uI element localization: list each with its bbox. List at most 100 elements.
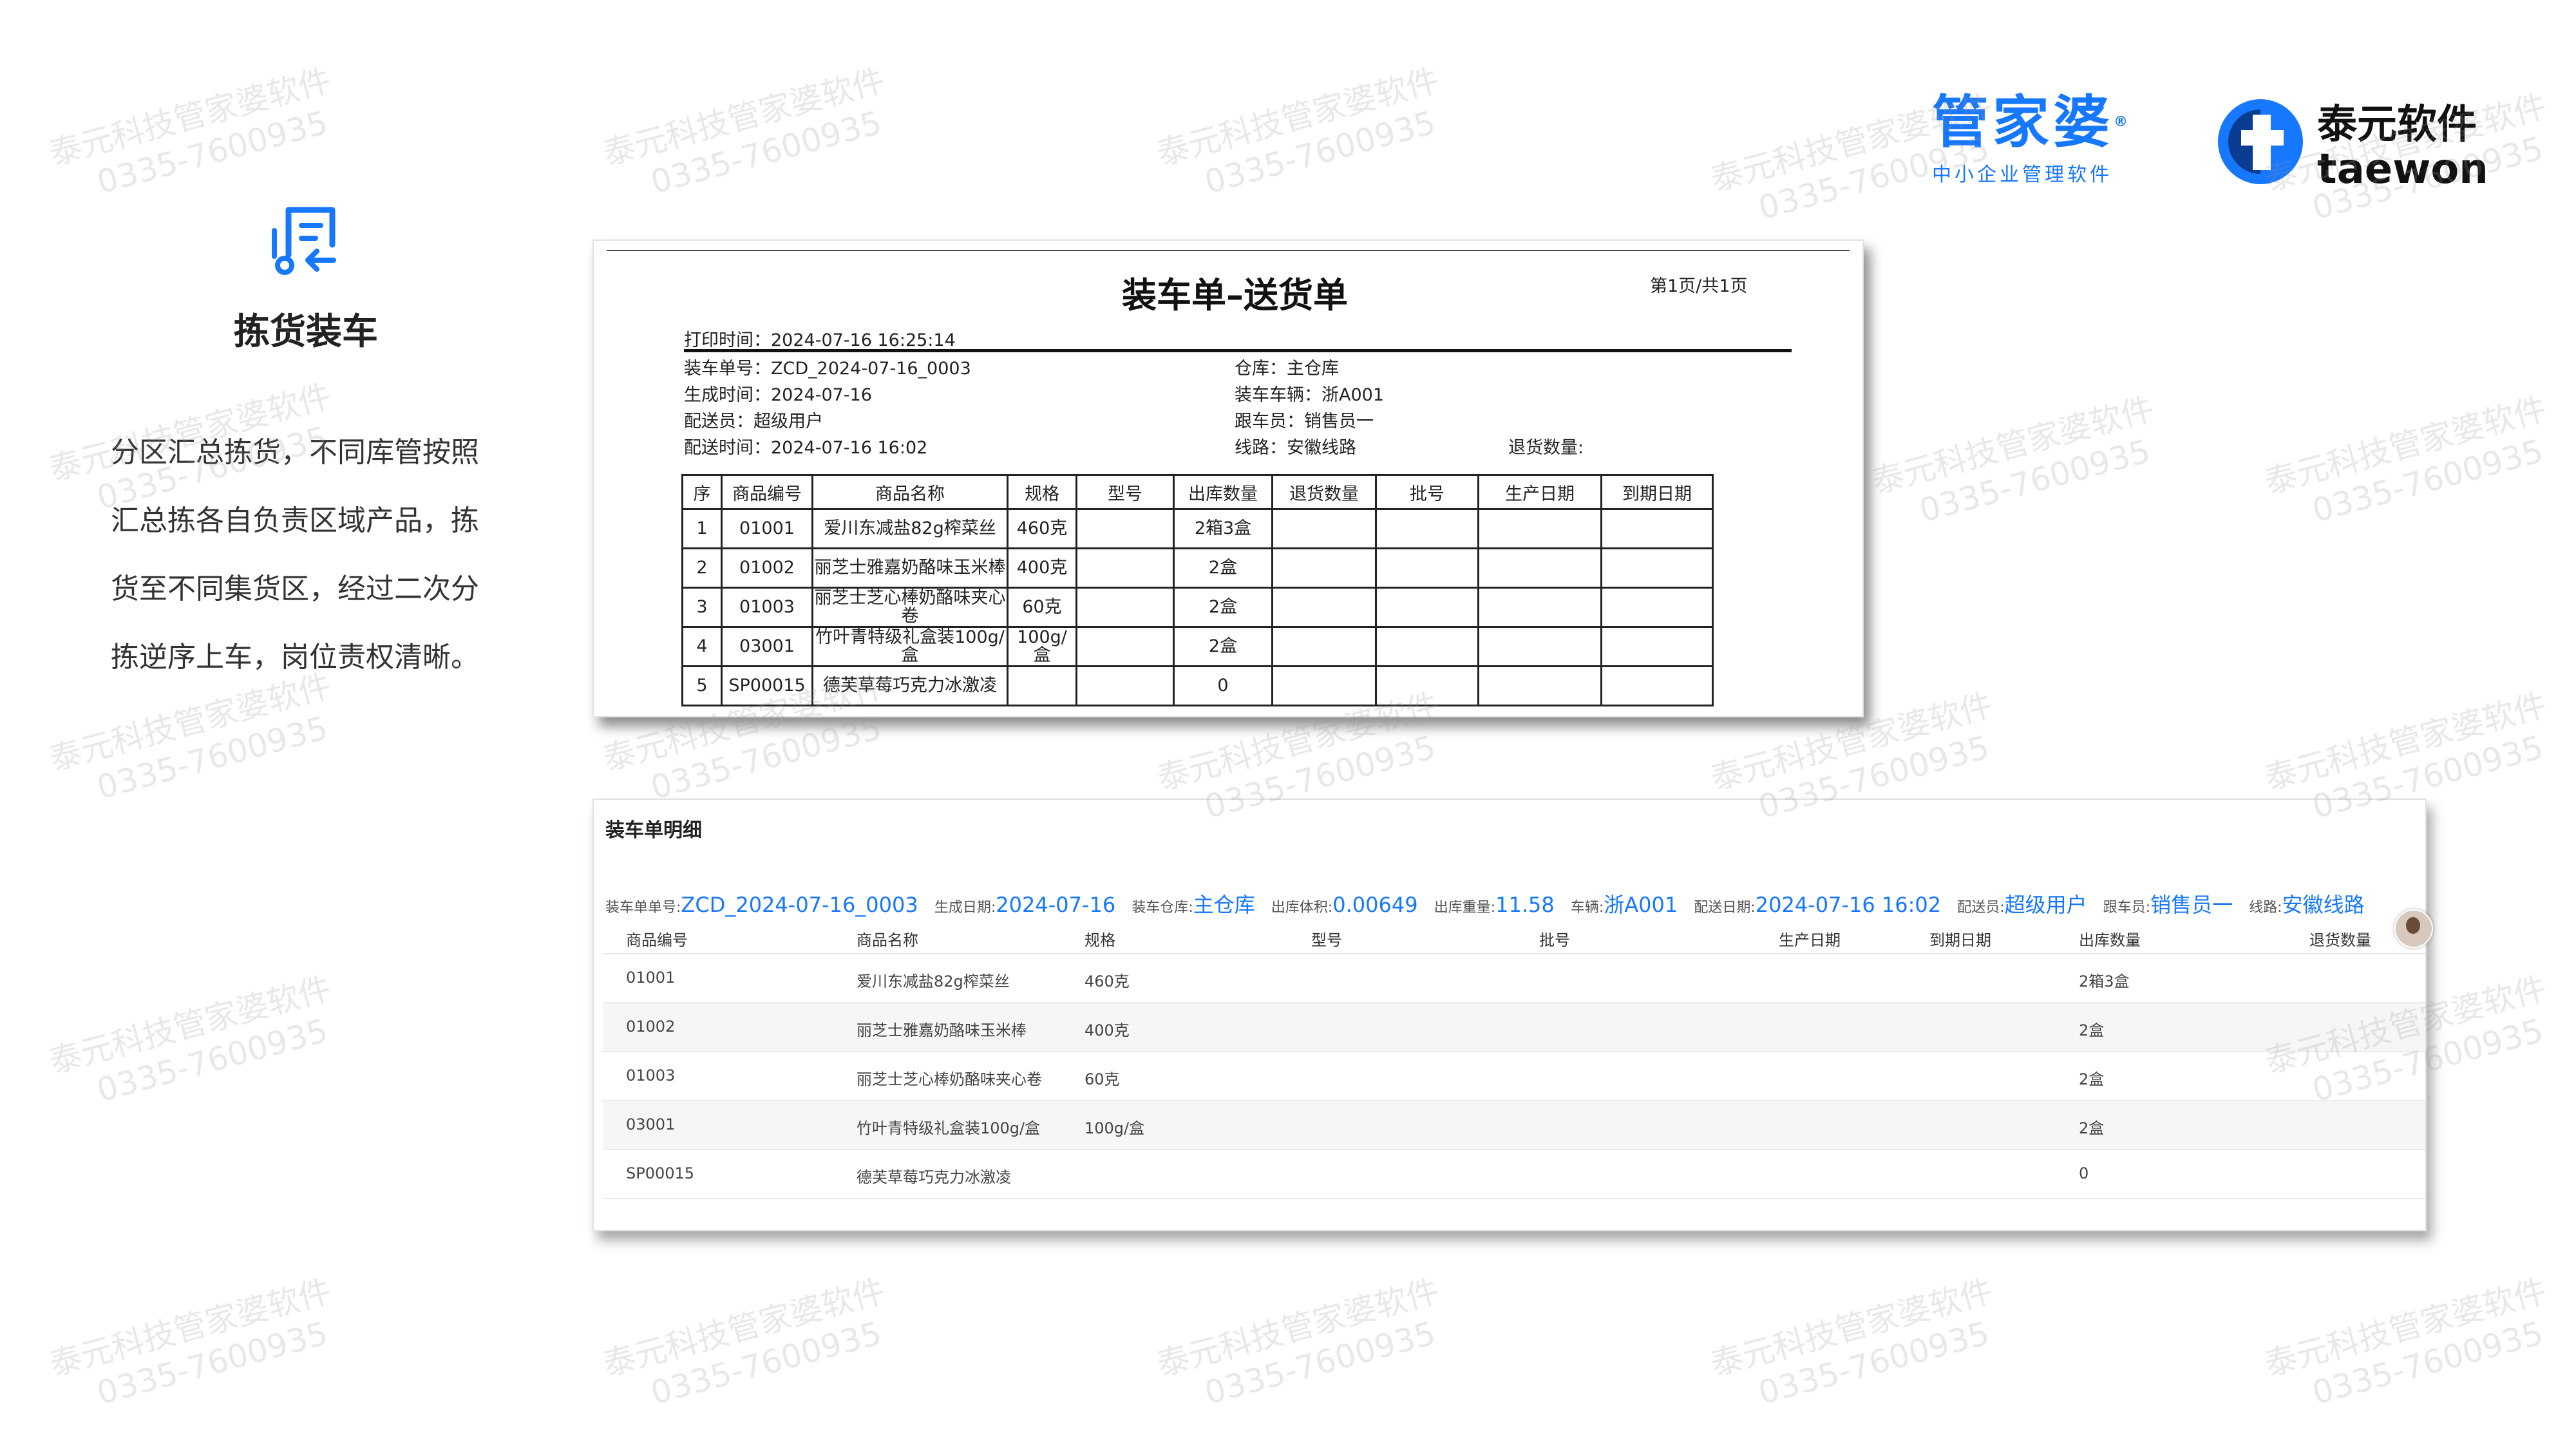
table-cell: 竹叶青特级礼盒装100g/盒: [811, 626, 1009, 667]
watermark: 泰元科技管家婆软件 0335-7600935: [2260, 390, 2551, 530]
table-cell: [1075, 508, 1175, 549]
summary-load-number: ZCD_2024-07-16_0003: [681, 893, 918, 917]
info-return-qty-label: 退货数量:: [1508, 438, 1584, 458]
feature-description: 分区汇总拣货，不同库管按照汇总拣各自负责区域产品，拣货至不同集货区，经过二次分拣…: [111, 436, 479, 674]
column-header: 退货数量: [1271, 474, 1377, 510]
table-row: 4 03001 竹叶青特级礼盒装100g/盒 100g/盒 2盒: [681, 626, 1714, 667]
detail-summary-bar: 装车单单号:ZCD_2024-07-16_0003 生成日期:2024-07-1…: [605, 889, 2378, 918]
summary-label: 装车单单号:: [605, 900, 681, 916]
table-cell: [1271, 508, 1377, 549]
table-row[interactable]: SP00015 德芙草莓巧克力冰激凌 0: [603, 1150, 2425, 1199]
info-load-number: 装车单号：ZCD_2024-07-16_0003: [684, 359, 971, 379]
summary-label: 配送员:: [1957, 900, 2005, 916]
cell-product-name: 竹叶青特级礼盒装100g/盒: [857, 1119, 1041, 1137]
info-escort: 跟车员：销售员一: [1235, 412, 1374, 431]
table-row[interactable]: 01002 丽芝士雅嘉奶酪味玉米棒 400克 2盒: [603, 1003, 2425, 1052]
table-cell: 60克: [1007, 587, 1077, 628]
table-cell: 2盒: [1173, 587, 1273, 628]
table-cell: 3: [681, 587, 723, 628]
watermark: 泰元科技管家婆软件 0335-7600935: [599, 1272, 889, 1412]
picking-list-icon: [272, 207, 336, 275]
column-header[interactable]: 到期日期: [1929, 927, 1991, 950]
cell-out-qty: 2盒: [2079, 1070, 2105, 1088]
table-cell: [1477, 665, 1602, 706]
table-cell: [1600, 547, 1714, 589]
info-deliverer: 配送员：超级用户: [684, 412, 823, 431]
table-cell: 400克: [1007, 547, 1077, 589]
summary-label: 出库重量:: [1434, 900, 1496, 916]
column-header: 商品编号: [721, 474, 813, 510]
cell-out-qty: 0: [2079, 1164, 2089, 1182]
column-header[interactable]: 商品名称: [857, 927, 918, 950]
column-header[interactable]: 生产日期: [1779, 927, 1841, 950]
avatar[interactable]: [2394, 909, 2433, 948]
column-header: 到期日期: [1600, 474, 1714, 510]
guanjiapo-subtitle: 中小企业管理软件: [1932, 164, 2112, 186]
taewon-en-name: taewon: [2317, 146, 2488, 193]
cell-product-code: 01001: [626, 969, 676, 987]
watermark: 泰元科技管家婆软件 0335-7600935: [45, 61, 336, 202]
cell-spec: 100g/盒: [1084, 1119, 1145, 1137]
info-delivery-time: 配送时间：2024-07-16 16:02: [684, 438, 928, 458]
table-cell: 01001: [721, 508, 813, 549]
detail-title: 装车单明细: [605, 819, 702, 842]
summary-vehicle: 浙A001: [1604, 893, 1678, 917]
info-vehicle: 装车车辆：浙A001: [1235, 385, 1385, 405]
table-row[interactable]: 01001 爱川东减盐82g榨菜丝 460克 2箱3盒: [603, 954, 2425, 1003]
table-cell: [1075, 547, 1175, 589]
table-cell: 01003: [721, 587, 813, 628]
column-header[interactable]: 商品编号: [626, 927, 688, 950]
cell-out-qty: 2箱3盒: [2079, 972, 2130, 990]
info-route: 线路：安徽线路: [1235, 438, 1356, 458]
summary-generated-date: 2024-07-16: [996, 893, 1116, 917]
column-header[interactable]: 型号: [1311, 927, 1342, 950]
table-cell: 100g/盒: [1007, 626, 1077, 667]
document-print-time: 打印时间：2024-07-16 16:25:14: [684, 330, 956, 350]
column-header[interactable]: 批号: [1539, 927, 1570, 950]
table-cell: [1600, 587, 1714, 628]
watermark: 泰元科技管家婆软件 0335-7600935: [45, 1272, 336, 1412]
cell-out-qty: 2盒: [2079, 1119, 2105, 1137]
cell-spec: 460克: [1084, 972, 1130, 990]
table-row[interactable]: 03001 竹叶青特级礼盒装100g/盒 100g/盒 2盒: [603, 1101, 2425, 1150]
table-cell: [1375, 508, 1479, 549]
table-cell: [1375, 587, 1479, 628]
table-cell: 爱川东减盐82g榨菜丝: [811, 508, 1009, 549]
table-cell: 4: [681, 626, 723, 667]
column-header[interactable]: 规格: [1084, 927, 1115, 950]
watermark: 泰元科技管家婆软件 0335-7600935: [1153, 1272, 1443, 1412]
table-cell: 1: [681, 508, 723, 549]
column-header[interactable]: 出库数量: [2079, 927, 2141, 950]
table-cell: 丽芝士雅嘉奶酪味玉米棒: [811, 547, 1009, 589]
summary-weight: 11.58: [1495, 893, 1555, 917]
summary-escort: 销售员一: [2150, 893, 2233, 917]
summary-deliverer: 超级用户: [2004, 893, 2087, 917]
summary-label: 出库体积:: [1271, 900, 1333, 916]
table-cell: [1075, 587, 1175, 628]
table-cell: [1375, 626, 1479, 667]
column-header[interactable]: 退货数量: [2309, 927, 2371, 950]
summary-label: 车辆:: [1570, 900, 1604, 916]
cell-product-code: 01002: [626, 1018, 676, 1036]
table-row[interactable]: 01003 丽芝士芝心棒奶酪味夹心卷 60克 2盒: [603, 1052, 2425, 1101]
table-cell: 2盒: [1173, 547, 1273, 589]
table-cell: [1375, 665, 1479, 706]
summary-label: 配送日期:: [1694, 900, 1756, 916]
watermark: 泰元科技管家婆软件 0335-7600935: [45, 969, 336, 1110]
table-cell: [1375, 547, 1479, 589]
table-cell: [1477, 587, 1602, 628]
table-cell: [1075, 665, 1175, 706]
table-cell: [1075, 626, 1175, 667]
table-cell: [1477, 508, 1602, 549]
table-row: 5 SP00015 德芙草莓巧克力冰激凌 0: [681, 665, 1714, 706]
table-cell: 5: [681, 665, 723, 706]
table-cell: [1600, 626, 1714, 667]
table-cell: [1271, 665, 1377, 706]
table-cell: [1271, 547, 1377, 589]
document-title: 装车单–送货单: [1122, 275, 1348, 316]
table-cell: [1271, 587, 1377, 628]
summary-delivery-date: 2024-07-16 16:02: [1755, 893, 1942, 917]
table-cell: [1477, 626, 1602, 667]
column-header: 生产日期: [1477, 474, 1602, 510]
table-cell: 03001: [721, 626, 813, 667]
